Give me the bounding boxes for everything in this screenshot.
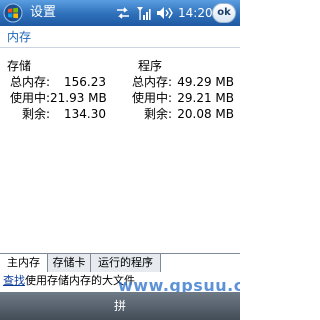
- storage-heading: 存储: [7, 59, 32, 73]
- storage-total-value: 156.23: [64, 75, 106, 89]
- storage-free-value: 134.30: [64, 107, 106, 121]
- page-header: 内存: [0, 26, 240, 48]
- storage-total-label: 总内存:: [9, 75, 50, 89]
- tab-main-memory[interactable]: 主内存: [0, 254, 48, 272]
- program-heading: 程序: [138, 59, 163, 73]
- program-free-value: 20.08 MB: [177, 107, 234, 121]
- tab-strip: 主内存 存储卡 运行的程序: [0, 253, 240, 272]
- speaker-volume-icon[interactable]: [156, 5, 174, 21]
- program-total-value: 49.29 MB: [177, 75, 234, 89]
- program-total-label: 总内存:: [131, 75, 172, 89]
- program-in-use-value: 29.21 MB: [177, 91, 234, 105]
- input-method-button[interactable]: 拼: [112, 298, 128, 314]
- windows-start-icon[interactable]: [3, 3, 23, 23]
- page-title: 内存: [7, 30, 32, 44]
- storage-in-use-value: 21.93 MB: [50, 91, 107, 105]
- memory-settings-screen: 设置 14:20 ok 内存 存储 总内存: 156.23 使用中: 21.93…: [0, 0, 240, 320]
- program-free-label: 剩余:: [143, 107, 172, 121]
- tab-running-programs[interactable]: 运行的程序: [91, 254, 161, 272]
- clock[interactable]: 14:20: [178, 5, 213, 21]
- header-divider: [0, 47, 240, 48]
- sync-arrows-icon[interactable]: [115, 5, 131, 21]
- program-in-use-label: 使用中:: [131, 91, 172, 105]
- hint-line: 查找使用存储内存的大文件: [3, 274, 135, 287]
- storage-in-use-label: 使用中:: [9, 91, 50, 105]
- ok-button[interactable]: ok: [212, 3, 236, 23]
- find-large-files-link[interactable]: 查找: [3, 274, 25, 287]
- app-title: 设置: [30, 5, 57, 20]
- storage-free-label: 剩余:: [21, 107, 50, 121]
- title-bar: 设置 14:20 ok: [0, 0, 240, 26]
- softkey-bar: 拼: [0, 292, 240, 320]
- signal-strength-icon[interactable]: [135, 5, 151, 21]
- tab-storage-card[interactable]: 存储卡: [48, 254, 91, 272]
